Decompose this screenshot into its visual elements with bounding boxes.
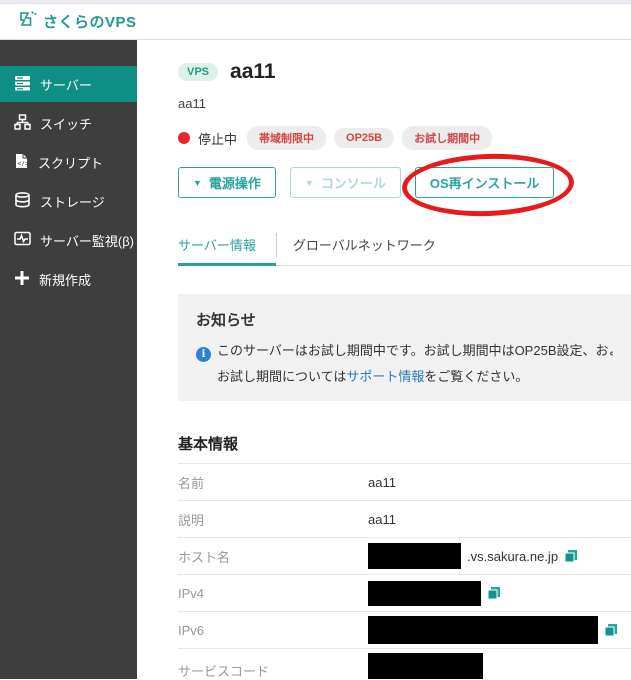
sidebar-item-label: スクリプト: [38, 153, 103, 172]
console-button[interactable]: ▼ コンソール: [290, 167, 401, 198]
sidebar-item-label: ストレージ: [40, 192, 105, 211]
sidebar-item-label: サーバー監視(β): [40, 231, 134, 250]
redaction-box: [368, 653, 483, 679]
basic-info-table: 名前 aa11 説明 aa11 ホスト名 .vs.sakura.ne.jp: [178, 463, 631, 679]
tab-global-network[interactable]: グローバルネットワーク: [293, 229, 450, 265]
sidebar-item-script[interactable]: </> スクリプト: [0, 144, 137, 180]
server-icon: [14, 75, 31, 94]
switch-icon: [14, 114, 31, 133]
plus-icon: [14, 270, 30, 289]
power-control-button[interactable]: ▼ 電源操作: [178, 167, 276, 198]
table-row-service-code: サービスコード: [178, 649, 631, 679]
redaction-box: [368, 543, 461, 569]
sidebar-item-create-new[interactable]: 新規作成: [0, 261, 137, 297]
info-icon: i: [196, 347, 211, 362]
sidebar-item-storage[interactable]: ストレージ: [0, 183, 137, 219]
vps-type-badge: VPS: [178, 63, 218, 81]
badge-trial-period: お試し期間中: [402, 126, 492, 150]
storage-icon: [14, 192, 31, 211]
support-info-link[interactable]: サポート情報: [346, 369, 424, 384]
status-stopped-icon: [178, 132, 190, 144]
svg-text:</>: </>: [17, 159, 29, 167]
badge-op25b: OP25B: [334, 128, 394, 148]
table-row-ipv6: IPv6: [178, 612, 631, 649]
table-row-name: 名前 aa11: [178, 464, 631, 501]
sidebar: サーバー スイッチ </> スクリプト: [0, 40, 137, 679]
badge-bandwidth-limited: 帯域制限中: [247, 126, 326, 150]
server-title: aa11: [230, 60, 276, 84]
copy-icon[interactable]: [487, 586, 501, 600]
sidebar-item-label: サーバー: [40, 75, 92, 94]
sidebar-item-switch[interactable]: スイッチ: [0, 105, 137, 141]
monitoring-icon: [14, 231, 31, 249]
sidebar-item-monitoring[interactable]: サーバー監視(β): [0, 222, 137, 258]
status-label: 停止中: [198, 129, 237, 148]
tab-divider: [276, 233, 277, 257]
sidebar-item-label: スイッチ: [40, 114, 92, 133]
notice-title: お知らせ: [196, 309, 613, 330]
tab-server-info[interactable]: サーバー情報: [178, 229, 276, 266]
script-icon: </>: [14, 153, 29, 172]
brand-name: さくらのVPS: [43, 11, 137, 32]
tab-bar: サーバー情報 グローバルネットワーク: [178, 229, 631, 266]
main-content: VPS aa11 aa11 停止中 帯域制限中 OP25B お試し期間中 ▼ 電…: [137, 40, 631, 679]
copy-icon[interactable]: [564, 549, 578, 563]
copy-icon[interactable]: [604, 623, 618, 637]
app-header: さくらのVPS: [0, 4, 631, 40]
os-reinstall-button[interactable]: OS再インストール: [415, 167, 555, 198]
table-row-ipv4: IPv4: [178, 575, 631, 612]
sidebar-item-label: 新規作成: [39, 270, 91, 289]
chevron-down-icon: ▼: [305, 178, 314, 188]
sidebar-item-server[interactable]: サーバー: [0, 66, 137, 102]
redaction-box: [368, 616, 598, 644]
table-row-hostname: ホスト名 .vs.sakura.ne.jp: [178, 538, 631, 575]
notice-box: お知らせ iこのサーバーはお試し期間中です。お試し期間中はOP25B設定、および…: [178, 294, 631, 401]
notice-line1: iこのサーバーはお試し期間中です。お試し期間中はOP25B設定、および回線帯域に: [196, 340, 613, 362]
brand-logo[interactable]: さくらのVPS: [18, 10, 137, 33]
chevron-down-icon: ▼: [193, 178, 202, 188]
basic-info-title: 基本情報: [178, 433, 631, 454]
server-subtitle: aa11: [178, 96, 631, 111]
notice-line2: お試し期間についてはサポート情報をご覧ください。: [196, 366, 613, 385]
table-row-description: 説明 aa11: [178, 501, 631, 538]
sakura-logo-icon: [18, 10, 37, 33]
redaction-box: [368, 581, 481, 606]
